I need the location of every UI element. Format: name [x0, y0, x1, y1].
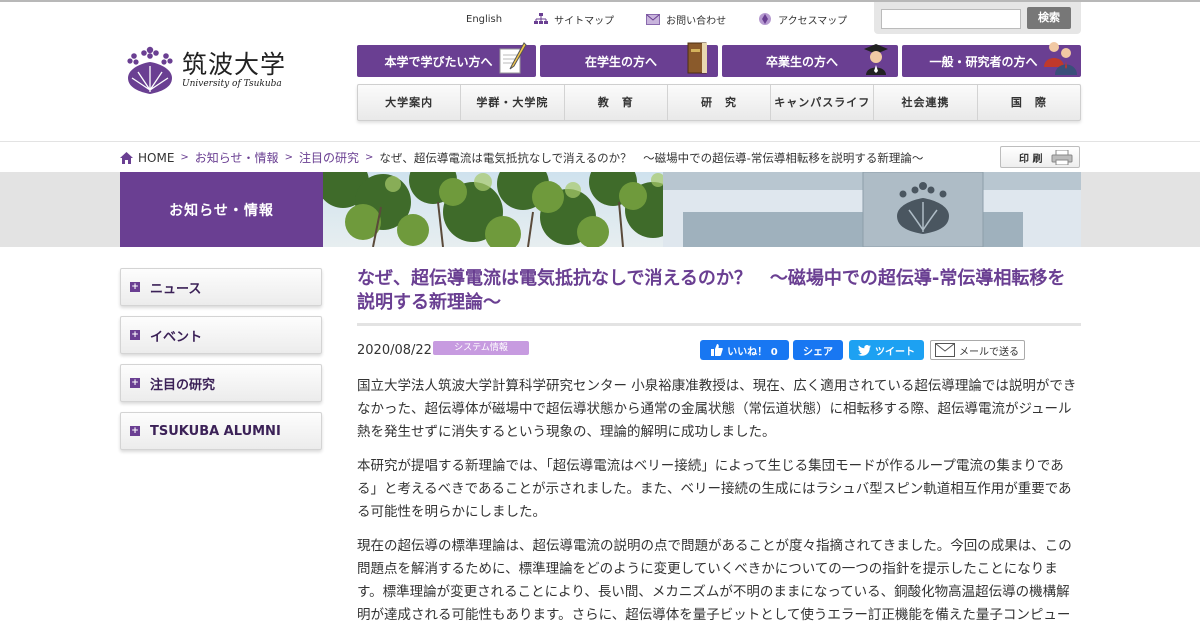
email-share-button[interactable]: メールで送る — [930, 340, 1025, 360]
people-icon — [1044, 42, 1077, 75]
audience-general-button[interactable]: 一般・研究者の方へ — [902, 42, 1081, 77]
category-tag[interactable]: システム情報 — [433, 341, 529, 355]
home-icon — [120, 151, 133, 164]
sitemap-icon — [534, 13, 549, 24]
audience-general-label: 一般・研究者の方へ — [929, 54, 1038, 69]
breadcrumb-separator: > — [180, 152, 189, 163]
sidebar-item-events[interactable]: + イベント — [120, 316, 322, 354]
breadcrumb-divider — [0, 141, 1200, 142]
global-nav: 大学案内 学群・大学院 教 育 研 究 キャンパスライフ 社会連携 国 際 — [357, 84, 1081, 121]
plus-icon: + — [130, 282, 140, 292]
audience-students-button[interactable]: 在学生の方へ — [540, 42, 718, 77]
contact-link[interactable]: お問い合わせ — [646, 12, 726, 27]
plus-icon: + — [130, 426, 140, 436]
english-label: English — [466, 13, 503, 25]
facebook-like-button[interactable]: いいね！ 0 — [700, 340, 789, 360]
mail-icon — [646, 13, 661, 25]
sidebar-item-tsukuba-alumni[interactable]: + TSUKUBA ALUMNI — [120, 412, 322, 450]
contact-label: お問い合わせ — [666, 15, 727, 27]
english-link[interactable]: English — [466, 14, 502, 25]
breadcrumb-home[interactable]: HOME — [138, 151, 174, 165]
print-label: 印 刷 — [1019, 153, 1043, 165]
facebook-like-label: いいね！ 0 — [727, 346, 778, 358]
sidebar-item-label: イベント — [150, 329, 203, 345]
article-title-rule — [357, 323, 1081, 326]
access-label: アクセスマップ — [778, 15, 848, 27]
nav-about[interactable]: 大学案内 — [358, 85, 462, 120]
banner-photo — [323, 172, 1081, 247]
nav-campus-life[interactable]: キャンパスライフ — [771, 85, 875, 120]
breadcrumb-current: なぜ、超伝導電流は電気抵抗なしで消えるのか？ 〜磁場中での超伝導-常伝導相転移を… — [379, 150, 924, 165]
breadcrumb-news[interactable]: お知らせ・情報 — [195, 149, 279, 166]
facebook-share-button[interactable]: シェア — [793, 340, 843, 360]
sidebar-item-label: 注目の研究 — [150, 377, 216, 393]
book-icon — [687, 42, 707, 74]
breadcrumb-separator: > — [284, 152, 293, 163]
facebook-share-label: シェア — [803, 346, 833, 358]
map-icon — [759, 13, 772, 25]
audience-alumni-button[interactable]: 卒業生の方へ — [722, 44, 898, 77]
logo-japanese: 筑波大学 — [182, 49, 287, 79]
facebook-icon — [711, 344, 724, 356]
sidebar-item-label: TSUKUBA ALUMNI — [150, 423, 281, 439]
sitemap-label: サイトマップ — [554, 15, 615, 27]
nav-international[interactable]: 国 際 — [978, 85, 1080, 120]
search-button[interactable]: 検索 — [1027, 7, 1071, 29]
plus-icon: + — [130, 330, 140, 340]
breadcrumb-featured-research[interactable]: 注目の研究 — [299, 149, 359, 166]
nav-community[interactable]: 社会連携 — [874, 85, 978, 120]
nav-research[interactable]: 研 究 — [668, 85, 772, 120]
article-paragraph-3: 現在の超伝導の標準理論は、超伝導電流の説明の点で問題があることが度々指摘されてき… — [357, 538, 1072, 623]
audience-prospective-button[interactable]: 本学で学びたい方へ — [357, 42, 536, 77]
envelope-icon — [935, 343, 955, 357]
access-link[interactable]: アクセスマップ — [758, 12, 847, 27]
banner-photo-image — [323, 172, 1081, 247]
nav-schools[interactable]: 学群・大学院 — [461, 85, 565, 120]
article-date: 2020/08/22 — [357, 343, 432, 358]
email-share-label: メールで送る — [959, 346, 1019, 358]
print-button[interactable]: 印 刷 — [1000, 146, 1080, 168]
sitemap-link[interactable]: サイトマップ — [534, 12, 614, 27]
nav-education[interactable]: 教 育 — [565, 85, 668, 120]
breadcrumb-separator: > — [364, 152, 374, 163]
search-panel: 検索 — [874, 2, 1081, 34]
audience-alumni-label: 卒業生の方へ — [765, 54, 838, 69]
printer-icon — [1051, 150, 1073, 165]
article-title: なぜ、超伝導電流は電気抵抗なしで消えるのか？ 〜磁場中での超伝導-常伝導相転移を… — [357, 268, 1066, 313]
audience-prospective-label: 本学で学びたい方へ — [384, 54, 493, 69]
breadcrumb: HOME > お知らせ・情報 > 注目の研究 > なぜ、超伝導電流は電気抵抗なし… — [120, 149, 923, 166]
paulownia-crest-icon — [127, 46, 173, 94]
banner-title: お知らせ・情報 — [120, 172, 323, 247]
tweet-button[interactable]: ツイート — [849, 340, 924, 360]
search-input[interactable] — [881, 9, 1021, 29]
article-paragraph-2: 本研究が提唱する新理論では、「超伝導電流はベリー接続」によって生じる集団モードが… — [357, 458, 1072, 520]
plus-icon: + — [130, 378, 140, 388]
sidebar-item-featured-research[interactable]: + 注目の研究 — [120, 364, 322, 402]
twitter-icon — [858, 344, 871, 356]
tweet-label: ツイート — [875, 346, 915, 358]
graduate-icon — [864, 44, 888, 75]
utility-nav: English サイトマップ お問い合わせ アクセスマップ — [466, 12, 879, 27]
audience-students-label: 在学生の方へ — [584, 54, 657, 69]
article-paragraph-1: 国立大学法人筑波大学計算科学研究センター 小泉裕康准教授は、現在、広く適用されて… — [357, 378, 1077, 440]
sidebar-item-label: ニュース — [150, 281, 202, 297]
logo-english: University of Tsukuba — [182, 78, 282, 89]
university-logo[interactable]: 筑波大学 University of Tsukuba — [124, 44, 286, 96]
sidebar-item-news[interactable]: + ニュース — [120, 268, 322, 306]
pencil-icon — [499, 42, 527, 74]
